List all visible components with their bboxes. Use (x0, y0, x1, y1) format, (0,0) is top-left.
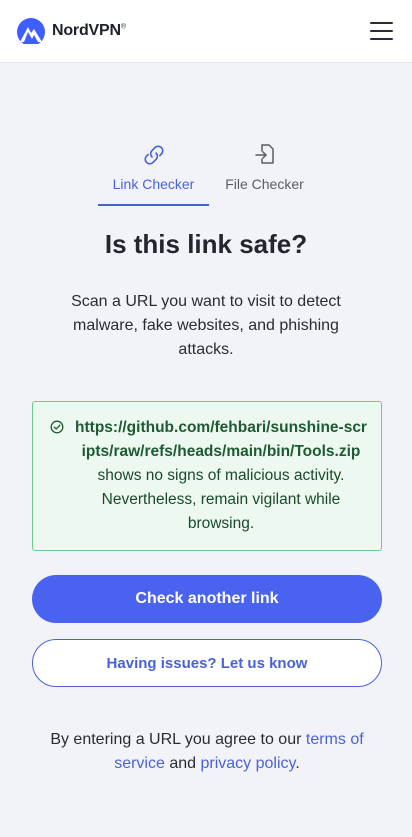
scan-result-card: https://github.com/fehbari/sunshine-scri… (32, 401, 382, 551)
tab-link-checker-label: Link Checker (112, 176, 195, 192)
top-header: NordVPN® (0, 0, 412, 63)
tab-file-checker-label: File Checker (225, 176, 304, 192)
scan-result-text: https://github.com/fehbari/sunshine-scri… (73, 416, 369, 536)
tab-link-checker[interactable]: Link Checker (98, 138, 209, 206)
hamburger-menu-button[interactable] (370, 20, 394, 40)
file-import-icon (253, 138, 277, 166)
brand-name: NordVPN® (52, 22, 126, 39)
checker-tabs: Link Checker File Checker (98, 138, 320, 206)
privacy-policy-link[interactable]: privacy policy (200, 755, 295, 772)
hamburger-icon (370, 22, 393, 24)
page-title: Is this link safe? (104, 229, 308, 259)
scan-result-message: shows no signs of malicious activity. Ne… (97, 467, 345, 532)
legal-and: and (164, 755, 201, 772)
check-another-link-button[interactable]: Check another link (32, 575, 382, 623)
legal-notice: By entering a URL you agree to our terms… (32, 728, 382, 776)
tab-file-checker[interactable]: File Checker (209, 138, 320, 206)
check-circle-icon (50, 420, 64, 439)
legal-prefix: By entering a URL you agree to our (50, 731, 306, 748)
link-icon (141, 138, 167, 166)
report-issue-button[interactable]: Having issues? Let us know (32, 639, 382, 687)
nordvpn-mountain-logo-icon (17, 18, 45, 44)
brand-logo[interactable]: NordVPN® (16, 18, 126, 44)
legal-suffix: . (295, 755, 300, 772)
scanned-url: https://github.com/fehbari/sunshine-scri… (75, 419, 367, 460)
page-subtitle: Scan a URL you want to visit to detect m… (71, 293, 341, 358)
